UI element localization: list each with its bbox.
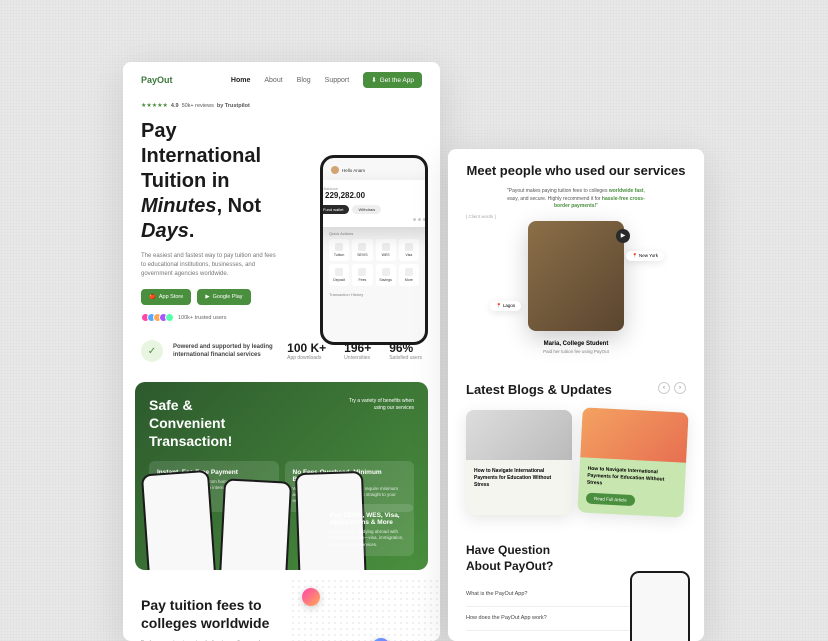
prev-arrow[interactable]: ‹: [658, 382, 670, 394]
play-button[interactable]: ▶: [616, 229, 630, 243]
feature-card: Pay SEVIS, WES, Visa, Applications & Mor…: [322, 504, 414, 556]
phone-mockup: [141, 470, 217, 570]
read-article-button[interactable]: Read Full Article: [586, 493, 635, 507]
nav-blog[interactable]: Blog: [297, 77, 311, 84]
phone-greeting: Hello Anam: [329, 164, 419, 176]
qa-item[interactable]: Visa: [399, 239, 419, 261]
nav-support[interactable]: Support: [325, 77, 350, 84]
hero-section: Pay International Tuition in Minutes, No…: [123, 113, 440, 328]
features-section: Safe & Convenient Transaction! Try a var…: [135, 382, 428, 570]
avatar: [331, 166, 339, 174]
fund-wallet-button[interactable]: Fund wallet: [320, 205, 349, 214]
qa-item[interactable]: SEVIS: [352, 239, 372, 261]
navbar: PayOut Home About Blog Support ⬇ Get the…: [123, 62, 440, 98]
phone-mockup: [218, 478, 292, 570]
star-icon: ★★★★★: [141, 102, 168, 109]
download-icon: ⬇: [371, 76, 376, 84]
qa-item[interactable]: Deposit: [329, 264, 349, 286]
balance-value: ₦ 229,282.00: [320, 191, 428, 200]
logo[interactable]: PayOut: [141, 75, 173, 85]
balance-card: My Balance ₦ 229,282.00 Fund wallet With…: [320, 180, 428, 227]
get-app-button[interactable]: ⬇ Get the App: [363, 72, 422, 88]
tuition-section: Pay tuition fees to colleges worldwide E…: [123, 578, 440, 641]
blog-image: [580, 408, 688, 463]
withdraw-button[interactable]: Withdraw: [352, 205, 381, 214]
phone-mockup: Hello Anam My Balance ₦ 229,282.00 Fund …: [320, 155, 428, 345]
hero-title: Pay International Tuition in Minutes, No…: [141, 119, 291, 244]
stat-downloads: 100 K+ App downloads: [287, 341, 326, 361]
map-pin: [302, 588, 320, 606]
blogs-section: Latest Blogs & Updates ‹ › How to Naviga…: [448, 368, 704, 530]
apple-icon: 🍎: [149, 294, 156, 300]
landing-page-right: Meet people who used our services "Payou…: [448, 149, 704, 641]
quick-actions-grid: Tuition SEVIS WES Visa Deposit Fees Savi…: [329, 239, 419, 286]
qa-item[interactable]: Tuition: [329, 239, 349, 261]
next-arrow[interactable]: ›: [674, 382, 686, 394]
qa-item[interactable]: More: [399, 264, 419, 286]
location-tag: 📍 Lagos: [490, 301, 521, 311]
blog-card[interactable]: How to Navigate International Payments f…: [577, 408, 688, 518]
googleplay-button[interactable]: ▶ Google Play: [197, 289, 250, 305]
phone-mockup: [630, 571, 690, 641]
qa-item[interactable]: Fees: [352, 264, 372, 286]
testimonial-section: Meet people who used our services "Payou…: [448, 149, 704, 368]
blog-card[interactable]: How to Navigate International Payments f…: [466, 410, 572, 515]
hero-subtitle: The easiest and fastest way to pay tuiti…: [141, 252, 276, 279]
appstore-button[interactable]: 🍎 App Store: [141, 289, 191, 305]
avatar: [165, 313, 174, 322]
faq-section: Have Question About PayOut? What is the …: [448, 529, 704, 641]
rating-row: ★★★★★ 4.9 50k+ reviews by Trustpilot: [123, 98, 440, 113]
landing-page-left: PayOut Home About Blog Support ⬇ Get the…: [123, 62, 440, 641]
play-icon: ▶: [205, 294, 209, 300]
testimonial-image: ▶ 📍 New York 📍 Lagos: [528, 221, 624, 331]
check-icon: ✓: [141, 340, 163, 362]
testimonial-quote: "Payout makes paying tuition fees to col…: [506, 188, 646, 211]
qa-item[interactable]: WES: [376, 239, 396, 261]
nav-about[interactable]: About: [264, 77, 282, 84]
location-tag: 📍 New York: [626, 251, 664, 261]
qa-item[interactable]: Savings: [376, 264, 396, 286]
nav-home[interactable]: Home: [231, 77, 250, 84]
blog-image: [466, 410, 572, 460]
